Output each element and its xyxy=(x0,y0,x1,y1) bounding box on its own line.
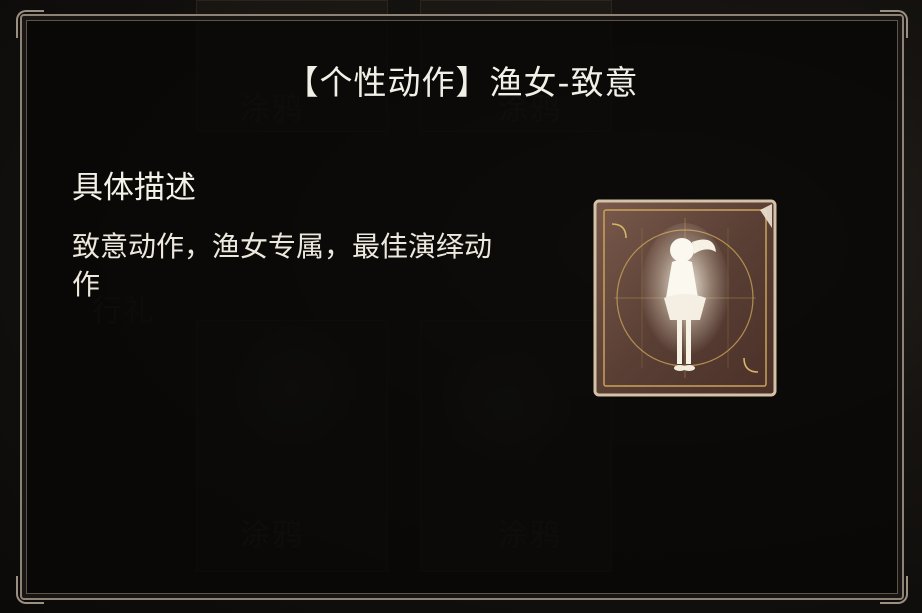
emote-figure-icon xyxy=(592,198,778,398)
frame-corner xyxy=(16,576,44,604)
frame-corner xyxy=(880,10,908,38)
dialog-title: 【个性动作】渔女-致意 xyxy=(285,63,639,102)
game-screen: 涂鸦 涂鸦 行礼 涂鸦 涂鸦 【个性动作】渔女-致意 具体描述 致意动作，渔女专… xyxy=(0,0,922,613)
frame-corner xyxy=(880,576,908,604)
frame-corner xyxy=(16,10,44,38)
emote-detail-dialog: 【个性动作】渔女-致意 具体描述 致意动作，渔女专属，最佳演绎动作 xyxy=(16,10,908,604)
description-text: 致意动作，渔女专属，最佳演绎动作 xyxy=(72,230,493,301)
description-heading: 具体描述 xyxy=(72,170,196,206)
